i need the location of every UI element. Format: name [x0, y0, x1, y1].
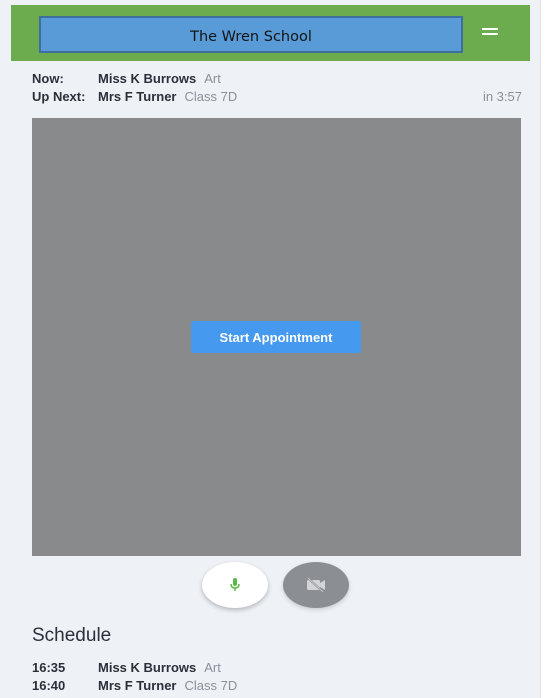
schedule-item: 16:40 Mrs F Turner Class 7D — [32, 677, 432, 695]
status-next-row: Up Next: Mrs F Turner Class 7D in 3:57 — [32, 88, 522, 106]
microphone-icon — [230, 578, 240, 591]
top-bar: The Wren School — [11, 5, 530, 61]
menu-line — [482, 33, 498, 35]
school-name: The Wren School — [190, 28, 312, 45]
schedule-item: 16:35 Miss K Burrows Art — [32, 659, 432, 677]
video-area: Start Appointment — [32, 118, 521, 556]
schedule-teacher-name: Mrs F Turner — [98, 678, 177, 693]
hamburger-menu-icon[interactable] — [479, 25, 501, 39]
camera-toggle-button[interactable] — [283, 562, 349, 608]
schedule-teacher: Mrs F Turner Class 7D — [98, 677, 237, 695]
now-teacher-name: Miss K Burrows — [98, 71, 197, 86]
next-label: Up Next: — [32, 89, 86, 104]
schedule-title: Schedule — [32, 625, 112, 646]
next-subject: Class 7D — [184, 89, 238, 104]
status-now-row: Now: Miss K Burrows Art — [32, 70, 522, 88]
microphone-toggle-button[interactable] — [202, 562, 268, 608]
schedule-time: 16:40 — [32, 678, 66, 693]
now-subject: Art — [204, 71, 221, 86]
menu-line — [482, 28, 498, 30]
schedule-time: 16:35 — [32, 660, 66, 675]
schedule-list: 16:35 Miss K Burrows Art 16:40 Mrs F Turn… — [32, 659, 432, 695]
camera-off-icon — [307, 577, 325, 593]
schedule-subject: Class 7D — [184, 678, 238, 693]
app-root: The Wren School Now: Miss K Burrows Art U… — [0, 0, 540, 698]
now-teacher: Miss K Burrows Art — [98, 70, 221, 88]
schedule-teacher-name: Miss K Burrows — [98, 660, 197, 675]
start-appointment-button[interactable]: Start Appointment — [191, 321, 361, 353]
next-teacher: Mrs F Turner Class 7D — [98, 88, 237, 106]
page-edge-divider — [540, 0, 541, 698]
schedule-subject: Art — [204, 660, 221, 675]
now-label: Now: — [32, 71, 64, 86]
next-countdown: in 3:57 — [482, 89, 522, 104]
next-teacher-name: Mrs F Turner — [98, 89, 177, 104]
appointment-status: Now: Miss K Burrows Art Up Next: Mrs F Tu… — [32, 70, 522, 106]
schedule-teacher: Miss K Burrows Art — [98, 659, 221, 677]
school-name-banner: The Wren School — [39, 16, 463, 53]
